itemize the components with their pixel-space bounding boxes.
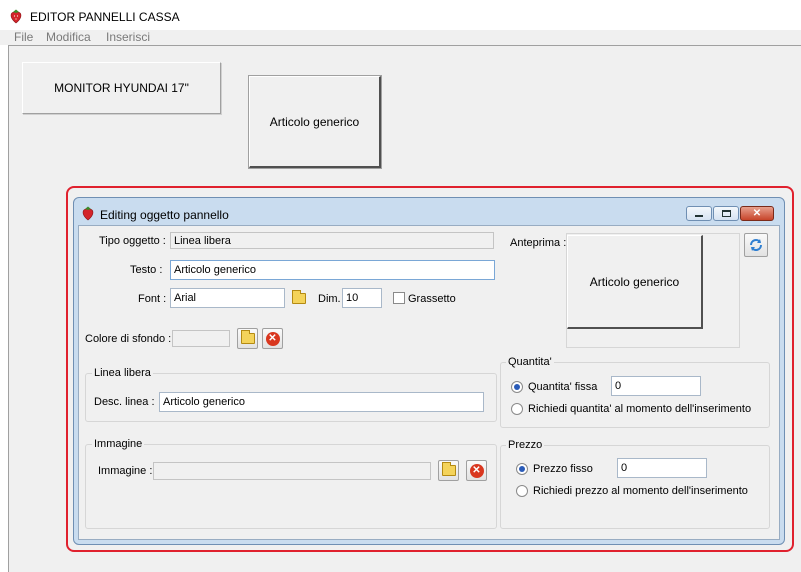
immagine-label: Immagine : <box>98 465 153 477</box>
prezzo-fisso-radio[interactable] <box>516 463 528 475</box>
anteprima-preview-button: Articolo generico <box>567 235 703 329</box>
delete-icon: ✕ <box>469 463 484 478</box>
minimize-icon <box>695 215 703 217</box>
desc-linea-label: Desc. linea : <box>94 396 155 408</box>
colore-clear-button[interactable]: ✕ <box>262 328 283 349</box>
prezzo-fisso-input[interactable]: 0 <box>617 458 707 478</box>
menu-modifica[interactable]: Modifica <box>46 30 91 45</box>
immagine-group <box>85 444 497 529</box>
quantita-fissa-label: Quantita' fissa <box>528 381 598 393</box>
dim-input[interactable]: 10 <box>342 288 382 308</box>
desc-linea-input[interactable]: Articolo generico <box>159 392 484 412</box>
quantita-richiedi-label: Richiedi quantita' al momento dell'inser… <box>528 403 752 415</box>
prezzo-title: Prezzo <box>506 439 545 451</box>
window-title: EDITOR PANNELLI CASSA <box>30 10 180 24</box>
close-button[interactable]: ✕ <box>740 206 774 221</box>
dialog-title: Editing oggetto pannello <box>100 208 229 222</box>
quantita-fissa-radio[interactable] <box>511 381 523 393</box>
colore-sfondo-label: Colore di sfondo : <box>85 333 172 345</box>
delete-icon: ✕ <box>265 331 280 346</box>
refresh-button[interactable] <box>744 233 768 257</box>
strawberry-app-icon <box>82 206 94 221</box>
colore-sfondo-swatch <box>172 330 230 347</box>
font-label: Font : <box>138 293 167 305</box>
font-browse-button[interactable] <box>288 288 309 309</box>
quantita-fissa-input[interactable]: 0 <box>611 376 701 396</box>
panel-button-monitor[interactable]: MONITOR HYUNDAI 17" <box>22 62 221 114</box>
colore-browse-button[interactable] <box>237 328 258 349</box>
minimize-button[interactable] <box>686 206 712 221</box>
folder-icon <box>240 330 255 344</box>
immagine-field <box>153 462 431 480</box>
prezzo-richiedi-label: Richiedi prezzo al momento dell'inserime… <box>533 485 748 497</box>
testo-input[interactable]: Articolo generico <box>170 260 495 280</box>
panel-button-articolo[interactable]: Articolo generico <box>248 75 382 169</box>
testo-label: Testo : <box>130 264 163 276</box>
menu-file[interactable]: File <box>14 30 33 45</box>
prezzo-fisso-label: Prezzo fisso <box>533 463 593 475</box>
tipo-oggetto-label: Tipo oggetto : <box>99 235 166 247</box>
immagine-browse-button[interactable] <box>438 460 459 481</box>
refresh-icon <box>750 239 762 251</box>
menubar: File Modifica Inserisci <box>0 30 801 45</box>
quantita-title: Quantita' <box>506 356 554 368</box>
linea-libera-title: Linea libera <box>92 367 153 379</box>
font-field[interactable]: Arial <box>170 288 285 308</box>
folder-icon <box>291 290 306 304</box>
anteprima-label: Anteprima : <box>510 237 567 249</box>
close-icon: ✕ <box>752 208 762 219</box>
quantita-richiedi-radio[interactable] <box>511 403 523 415</box>
dim-label: Dim. <box>318 293 341 305</box>
maximize-button[interactable] <box>713 206 739 221</box>
folder-icon <box>441 462 456 476</box>
grassetto-checkbox[interactable] <box>393 292 405 304</box>
immagine-title: Immagine <box>92 438 145 450</box>
maximize-icon <box>721 210 731 217</box>
grassetto-label: Grassetto <box>408 293 456 305</box>
tipo-oggetto-field: Linea libera <box>170 232 494 249</box>
strawberry-app-icon <box>10 9 22 24</box>
immagine-clear-button[interactable]: ✕ <box>466 460 487 481</box>
prezzo-richiedi-radio[interactable] <box>516 485 528 497</box>
menu-inserisci[interactable]: Inserisci <box>106 30 150 45</box>
